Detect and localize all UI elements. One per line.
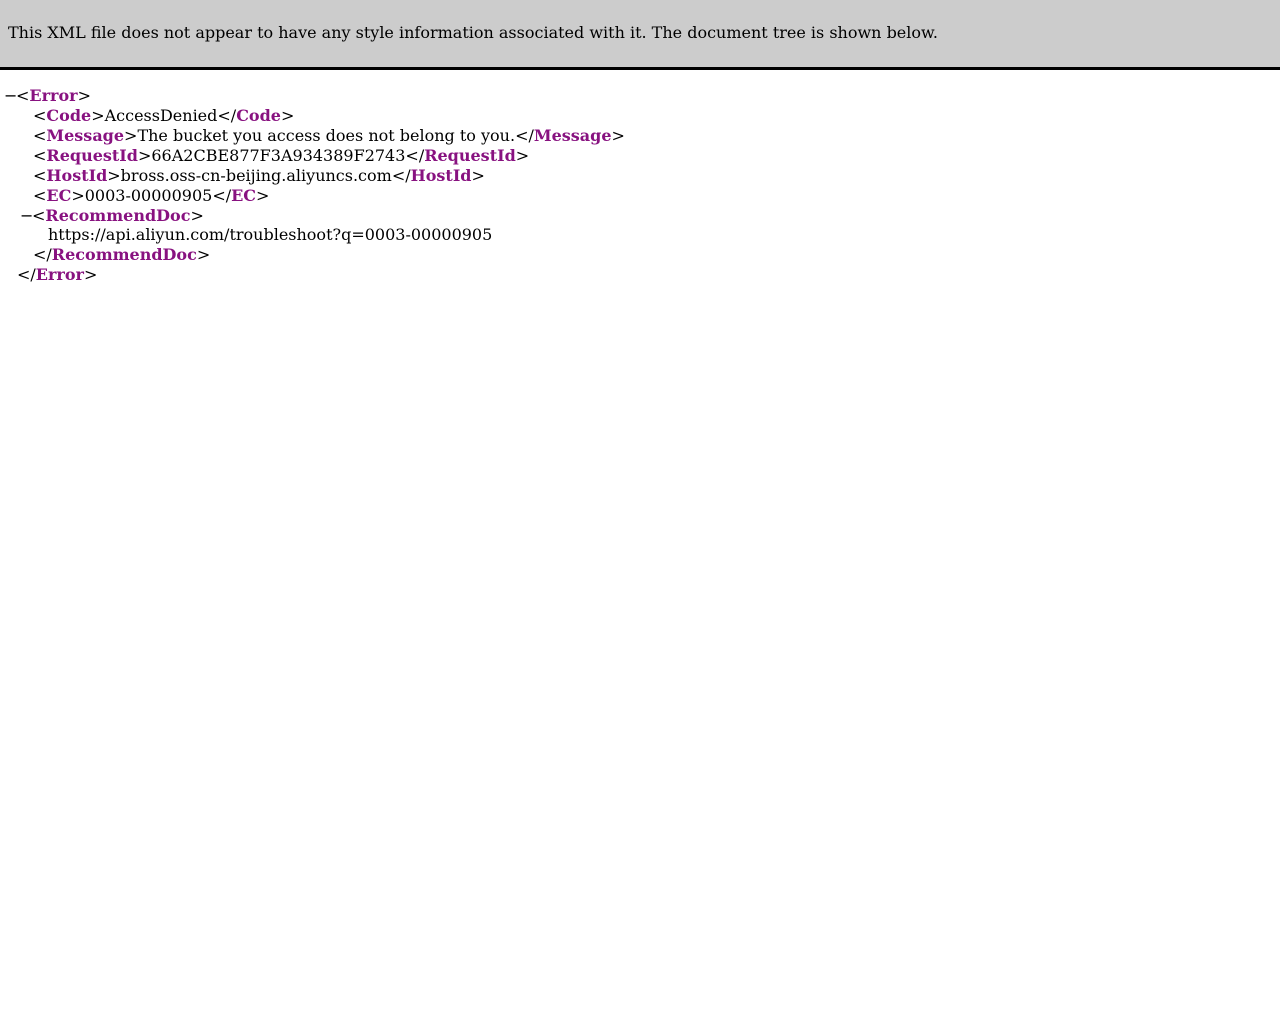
- recommend-doc-value-line: https://api.aliyun.com/troubleshoot?q=00…: [48, 225, 492, 245]
- recommend-doc-close-line: </RecommendDoc>: [33, 245, 211, 264]
- host-id-open-tag: HostId: [46, 166, 108, 185]
- recommend-doc-collapse-toggle[interactable]: −: [20, 206, 33, 226]
- host-id-element-line: <HostId>bross.oss-cn-beijing.aliyuncs.co…: [33, 166, 485, 185]
- error-open-tag: Error: [29, 86, 78, 105]
- code-value: AccessDenied: [104, 106, 218, 125]
- message-value: The bucket you access does not belong to…: [137, 126, 516, 145]
- code-close-tag: Code: [236, 106, 281, 125]
- request-id-close-tag: RequestId: [424, 146, 516, 165]
- recommend-doc-open-tag: RecommendDoc: [45, 206, 191, 225]
- host-id-value: bross.oss-cn-beijing.aliyuncs.com: [120, 166, 392, 185]
- recommend-doc-value: https://api.aliyun.com/troubleshoot?q=00…: [48, 225, 493, 244]
- ec-value: 0003-00000905: [84, 186, 213, 205]
- message-element-line: <Message>The bucket you access does not …: [33, 126, 625, 145]
- xml-info-message: This XML file does not appear to have an…: [8, 23, 938, 42]
- code-open-tag: Code: [46, 106, 92, 125]
- error-close-line: </Error>: [17, 265, 98, 284]
- request-id-element-line: <RequestId>66A2CBE877F3A934389F2743</Req…: [33, 146, 530, 165]
- xml-info-banner: This XML file does not appear to have an…: [0, 0, 1280, 70]
- ec-open-tag: EC: [46, 186, 72, 205]
- ec-element-line: <EC>0003-00000905</EC>: [33, 186, 270, 205]
- code-element-line: <Code>AccessDenied</Code>: [33, 106, 295, 125]
- message-close-tag: Message: [533, 126, 612, 145]
- ec-close-tag: EC: [231, 186, 257, 205]
- recommend-doc-close-tag: RecommendDoc: [51, 245, 197, 264]
- request-id-value: 66A2CBE877F3A934389F2743: [151, 146, 406, 165]
- request-id-open-tag: RequestId: [46, 146, 138, 165]
- recommend-doc-open-line: −<RecommendDoc>: [20, 206, 204, 226]
- host-id-close-tag: HostId: [410, 166, 472, 185]
- error-collapse-toggle[interactable]: −: [4, 86, 17, 106]
- error-close-tag: Error: [35, 265, 84, 284]
- error-open-line: −<Error>: [4, 86, 91, 106]
- message-open-tag: Message: [46, 126, 125, 145]
